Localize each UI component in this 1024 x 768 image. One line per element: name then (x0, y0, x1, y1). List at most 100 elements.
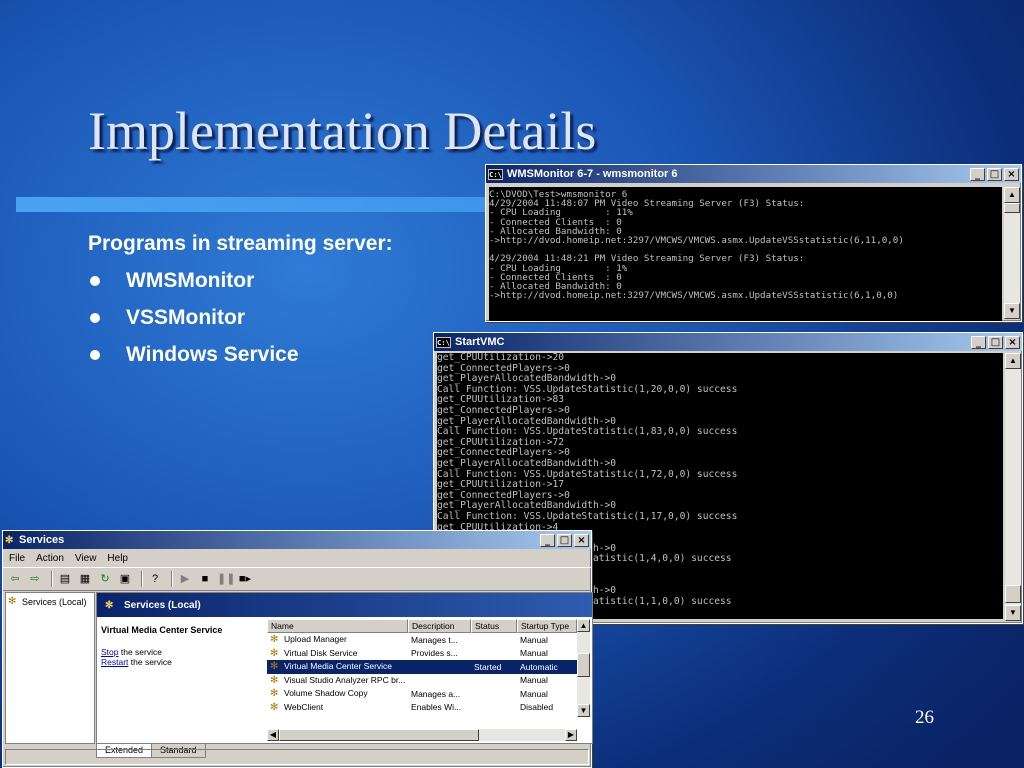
wmsmonitor-scrollbar[interactable]: ▲ ▼ (1004, 187, 1020, 319)
wmsmonitor-titlebar[interactable]: C:\ WMSMonitor 6-7 - wmsmonitor 6 _ □ × (486, 165, 1021, 183)
scroll-up-icon[interactable]: ▲ (1005, 353, 1021, 369)
scroll-thumb[interactable] (577, 653, 590, 677)
scroll-down-icon[interactable]: ▼ (1005, 605, 1021, 621)
scroll-down-icon[interactable]: ▼ (1004, 303, 1020, 319)
table-row[interactable]: ✻ Visual Studio Analyzer RPC br... Manual (267, 674, 577, 688)
services-list: Name Description Status Startup Type ✻ Up… (267, 619, 577, 741)
scroll-thumb[interactable] (279, 729, 479, 741)
startvmc-title: StartVMC (455, 336, 505, 348)
menu-help[interactable]: Help (107, 553, 128, 564)
help-icon[interactable]: ? (147, 571, 163, 587)
scroll-thumb[interactable] (1005, 585, 1021, 603)
minimize-icon[interactable]: _ (540, 533, 555, 547)
service-name-cell: ✻ Volume Shadow Copy (267, 688, 408, 699)
maximize-icon[interactable]: □ (987, 167, 1002, 181)
scroll-thumb[interactable] (1004, 203, 1020, 213)
list-rows: ✻ Upload Manager Manages t... Manual ✻ Virtua… (267, 633, 577, 714)
programs-heading: Programs in streaming server: (88, 232, 393, 255)
column-header-description[interactable]: Description (408, 619, 471, 633)
scroll-down-icon[interactable]: ▼ (577, 704, 590, 717)
scroll-up-icon[interactable]: ▲ (577, 619, 590, 632)
menu-bar: File Action View Help (3, 549, 591, 567)
service-desc-cell: Provides s... (411, 648, 458, 659)
service-name-cell: ✻ Upload Manager (267, 634, 408, 645)
title-underline-bar (16, 197, 486, 212)
selected-service-name: Virtual Media Center Service (101, 625, 223, 635)
detail-header: ✻ Services (Local) (97, 593, 592, 617)
service-name-cell: ✻ Virtual Disk Service (267, 648, 408, 659)
restart-service-link[interactable]: Restart (101, 657, 128, 667)
back-arrow-icon[interactable]: ⇦ (7, 571, 23, 587)
menu-action[interactable]: Action (36, 553, 64, 564)
scroll-left-icon[interactable]: ◀ (267, 729, 279, 741)
table-row[interactable]: ✻ Upload Manager Manages t... Manual (267, 633, 577, 647)
toolbar-separator (141, 571, 143, 587)
maximize-icon[interactable]: □ (557, 533, 572, 547)
console-line: ->http://dvod.homeip.net:3297/VMCWS/VMCW… (489, 290, 899, 302)
service-desc-cell: Manages a... (411, 688, 461, 699)
service-startup-cell: Manual (520, 634, 548, 645)
bullet-item-windows-service: Windows Service (88, 341, 299, 378)
tree-item-services-local[interactable]: ✻ Services (Local) (6, 593, 94, 610)
services-detail-pane: ✻ Services (Local) Virtual Media Center … (96, 592, 593, 744)
startvmc-titlebar[interactable]: C:\ StartVMC _ □ × (434, 333, 1022, 351)
menu-file[interactable]: File (9, 553, 25, 564)
horizontal-scrollbar[interactable]: ◀ ▶ (267, 729, 577, 741)
export-list-icon[interactable]: ▣ (117, 571, 133, 587)
bullet-item-vssmonitor: VSSMonitor (88, 304, 299, 341)
service-description-pane: Virtual Media Center Service Stop the se… (101, 625, 261, 667)
close-icon[interactable]: × (574, 533, 589, 547)
maximize-icon[interactable]: □ (988, 335, 1003, 349)
console-line: ->http://dvod.homeip.net:3297/VMCWS/VMCW… (489, 234, 904, 246)
forward-arrow-icon[interactable]: ⇨ (27, 571, 43, 587)
stop-service-link[interactable]: Stop (101, 647, 119, 657)
service-name-cell: ✻ Virtual Media Center Service (267, 661, 408, 672)
minimize-icon[interactable]: _ (970, 167, 985, 181)
gear-icon: ✻ (5, 534, 14, 546)
service-name-cell: ✻ WebClient (267, 702, 408, 713)
services-title: Services (19, 534, 65, 546)
services-titlebar[interactable]: ✻ Services _ □ × (3, 531, 591, 549)
table-row[interactable]: ✻ Virtual Disk Service Provides s... Manual (267, 647, 577, 661)
list-header: Name Description Status Startup Type (267, 619, 577, 633)
wmsmonitor-console-output[interactable]: C:\DVOD\Test>wmsmonitor 6 4/29/2004 11:48… (489, 187, 1002, 321)
properties-icon[interactable]: ▦ (77, 571, 93, 587)
menu-view[interactable]: View (75, 553, 97, 564)
scroll-up-icon[interactable]: ▲ (1004, 187, 1020, 203)
show-tree-icon[interactable]: ▤ (57, 571, 73, 587)
close-icon[interactable]: × (1005, 335, 1020, 349)
slide-title: Implementation Details (88, 101, 597, 161)
service-startup-cell: Manual (520, 675, 548, 686)
tree-item-label: Services (Local) (22, 596, 87, 607)
start-icon[interactable]: ▶ (177, 571, 193, 587)
refresh-icon[interactable]: ↻ (97, 571, 113, 587)
gear-icon: ✻ (270, 674, 279, 686)
scroll-right-icon[interactable]: ▶ (565, 729, 577, 741)
restart-link-suffix: the service (128, 657, 172, 667)
column-header-status[interactable]: Status (471, 619, 517, 633)
services-list-scrollbar[interactable]: ▲ ▼ (577, 619, 590, 717)
close-icon[interactable]: × (1004, 167, 1019, 181)
service-desc-cell: Enables Wi... (411, 702, 462, 713)
toolbar-separator (171, 571, 173, 587)
table-row[interactable]: ✻ Volume Shadow Copy Manages a... Manual (267, 687, 577, 701)
detail-header-title: Services (Local) (124, 599, 201, 611)
pause-icon[interactable]: ❚❚ (217, 571, 235, 587)
services-window: ✻ Services _ □ × File Action View Help ⇦… (2, 530, 593, 768)
gear-icon: ✻ (270, 701, 279, 713)
column-header-name[interactable]: Name (267, 619, 408, 633)
table-row[interactable]: ✻ Virtual Media Center Service Started Auto… (267, 660, 577, 674)
stop-icon[interactable]: ■ (197, 571, 213, 587)
wmsmonitor-window: C:\ WMSMonitor 6-7 - wmsmonitor 6 _ □ × … (485, 164, 1022, 322)
startvmc-scrollbar[interactable]: ▲ ▼ (1005, 353, 1021, 621)
service-name: Volume Shadow Copy (284, 688, 368, 699)
minimize-icon[interactable]: _ (971, 335, 986, 349)
service-startup-cell: Manual (520, 688, 548, 699)
restart-icon[interactable]: ■▸ (237, 571, 253, 587)
service-name: Upload Manager (284, 634, 347, 645)
column-header-startup-type[interactable]: Startup Type (517, 619, 577, 633)
table-row[interactable]: ✻ WebClient Enables Wi... Disabled (267, 701, 577, 715)
service-startup-cell: Manual (520, 648, 548, 659)
gear-icon: ✻ (270, 647, 279, 659)
page-number: 26 (915, 707, 934, 728)
